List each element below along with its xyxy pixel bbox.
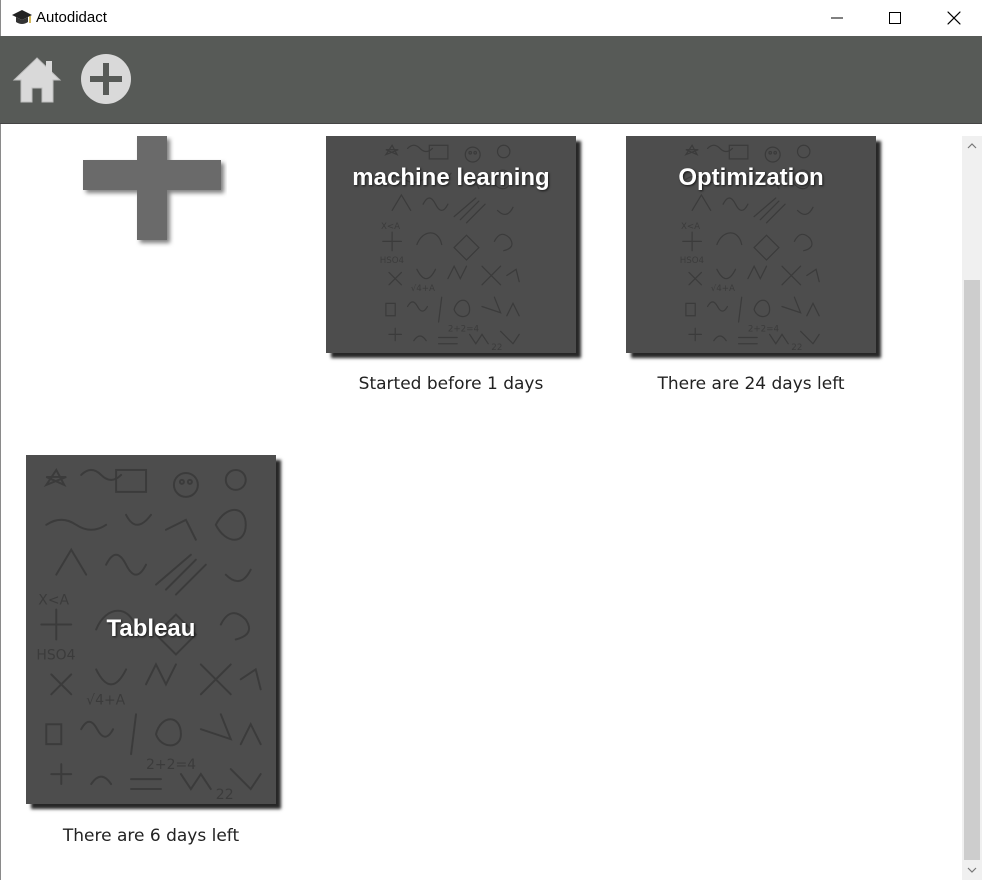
course-grid: machine learning Started before 1 days O… xyxy=(0,124,962,880)
plus-icon xyxy=(83,136,221,240)
course-card[interactable]: Optimization There are 24 days left xyxy=(626,136,876,394)
course-card[interactable]: Tableau There are 6 days left xyxy=(26,455,276,846)
course-cover[interactable]: Tableau xyxy=(26,455,276,804)
graduation-cap-icon xyxy=(11,8,33,28)
close-icon xyxy=(947,11,961,25)
course-card[interactable]: machine learning Started before 1 days xyxy=(326,136,576,394)
window-title: Autodidact xyxy=(36,9,107,26)
course-status: Started before 1 days xyxy=(358,374,544,394)
home-icon xyxy=(12,57,62,103)
minimize-button[interactable] xyxy=(808,0,866,36)
add-button[interactable] xyxy=(79,52,133,106)
add-circle-icon xyxy=(81,54,131,104)
course-status: There are 24 days left xyxy=(657,374,845,394)
close-button[interactable] xyxy=(925,0,982,36)
course-title: Tableau xyxy=(106,615,196,642)
chevron-up-icon xyxy=(967,143,977,149)
course-cover[interactable]: machine learning xyxy=(326,136,576,353)
add-course-tile[interactable] xyxy=(81,136,227,248)
home-button[interactable] xyxy=(10,52,64,106)
toolbar xyxy=(0,36,982,124)
scroll-thumb[interactable] xyxy=(964,280,980,860)
maximize-button[interactable] xyxy=(866,0,924,36)
title-bar: Autodidact xyxy=(0,0,982,36)
chevron-down-icon xyxy=(967,867,977,873)
vertical-scrollbar[interactable] xyxy=(962,136,982,880)
maximize-icon xyxy=(889,12,901,24)
scroll-up-button[interactable] xyxy=(962,136,982,156)
course-status: There are 6 days left xyxy=(62,826,240,846)
course-cover[interactable]: Optimization xyxy=(626,136,876,353)
course-title: Optimization xyxy=(678,164,824,191)
minimize-icon xyxy=(831,17,843,19)
scroll-down-button[interactable] xyxy=(962,860,982,880)
course-title: machine learning xyxy=(352,164,550,191)
